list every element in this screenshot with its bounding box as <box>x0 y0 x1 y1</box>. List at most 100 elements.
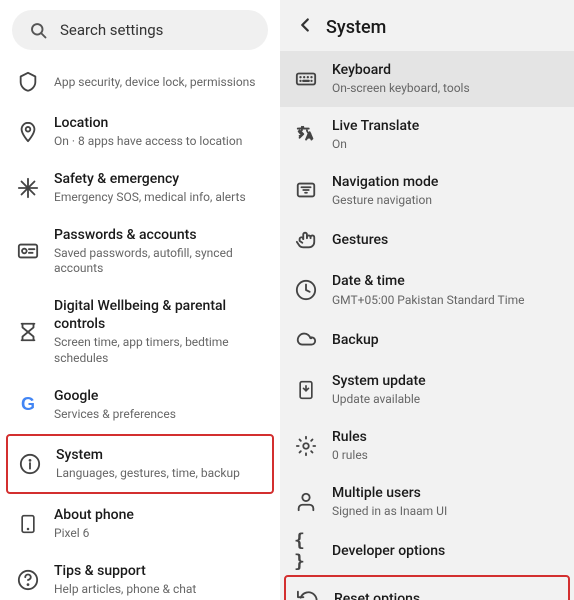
cloud-icon <box>294 328 318 352</box>
settings-list: App security, device lock, permissions L… <box>0 60 280 600</box>
location-icon <box>16 120 40 144</box>
settings-item-location[interactable]: Location On · 8 apps have access to loca… <box>0 104 280 160</box>
question-icon <box>16 568 40 592</box>
system-title: System <box>56 446 262 464</box>
about-phone-text: About phone Pixel 6 <box>54 506 264 542</box>
developer-options-title: Developer options <box>332 542 560 560</box>
search-input-label: Search settings <box>60 21 163 39</box>
developer-options-text: Developer options <box>332 542 560 560</box>
google-text: Google Services & preferences <box>54 387 264 423</box>
google-title: Google <box>54 387 264 405</box>
phone-update-icon <box>294 378 318 402</box>
date-time-subtitle: GMT+05:00 Pakistan Standard Time <box>332 293 560 309</box>
settings-item-safety[interactable]: Safety & emergency Emergency SOS, medica… <box>0 160 280 216</box>
system-update-subtitle: Update available <box>332 392 560 408</box>
settings-item-digital-wellbeing[interactable]: Digital Wellbeing & parental controls Sc… <box>0 287 280 377</box>
system-text: System Languages, gestures, time, backup <box>56 446 262 482</box>
clock-icon <box>294 278 318 302</box>
settings-item-passwords[interactable]: Passwords & accounts Saved passwords, au… <box>0 216 280 287</box>
phone-icon <box>16 512 40 536</box>
system-page-title: System <box>326 17 386 38</box>
tips-title: Tips & support <box>54 562 264 580</box>
about-phone-subtitle: Pixel 6 <box>54 526 264 542</box>
google-subtitle: Services & preferences <box>54 407 264 423</box>
date-time-title: Date & time <box>332 272 560 290</box>
google-icon: G <box>16 392 40 416</box>
back-arrow-icon[interactable] <box>294 14 316 41</box>
search-icon <box>26 18 50 42</box>
keyboard-subtitle: On-screen keyboard, tools <box>332 81 560 97</box>
reset-icon <box>296 587 320 600</box>
digital-wellbeing-title: Digital Wellbeing & parental controls <box>54 297 264 333</box>
multiple-users-text: Multiple users Signed in as Inaam UI <box>332 484 560 520</box>
right-items-list: Keyboard On-screen keyboard, tools Live … <box>280 51 574 600</box>
live-translate-subtitle: On <box>332 137 560 153</box>
safety-subtitle: Emergency SOS, medical info, alerts <box>54 190 264 206</box>
backup-text: Backup <box>332 331 560 349</box>
app-security-text: App security, device lock, permissions <box>54 73 264 91</box>
right-item-developer-options[interactable]: { } Developer options <box>280 529 574 573</box>
rules-title: Rules <box>332 428 560 446</box>
search-bar[interactable]: Search settings <box>12 10 268 50</box>
settings-item-app-security[interactable]: App security, device lock, permissions <box>0 60 280 104</box>
tips-text: Tips & support Help articles, phone & ch… <box>54 562 264 598</box>
multiple-users-subtitle: Signed in as Inaam UI <box>332 504 560 520</box>
right-panel: System Keyboard On-screen keyboard, tool <box>280 0 574 600</box>
keyboard-title: Keyboard <box>332 61 560 79</box>
settings-item-tips[interactable]: Tips & support Help articles, phone & ch… <box>0 552 280 600</box>
hourglass-icon <box>16 320 40 344</box>
digital-wellbeing-subtitle: Screen time, app timers, bedtime schedul… <box>54 335 264 366</box>
right-item-gestures[interactable]: Gestures <box>280 218 574 262</box>
navigation-mode-text: Navigation mode Gesture navigation <box>332 173 560 209</box>
live-translate-text: Live Translate On <box>332 117 560 153</box>
backup-title: Backup <box>332 331 560 349</box>
keyboard-icon <box>294 67 318 91</box>
settings-item-system[interactable]: System Languages, gestures, time, backup <box>6 434 274 494</box>
right-item-system-update[interactable]: System update Update available <box>280 362 574 418</box>
navigation-mode-subtitle: Gesture navigation <box>332 193 560 209</box>
rules-subtitle: 0 rules <box>332 448 560 464</box>
tips-subtitle: Help articles, phone & chat <box>54 582 264 598</box>
right-item-reset-options[interactable]: Reset options <box>284 575 570 600</box>
reset-options-title: Reset options <box>334 590 558 600</box>
navigation-icon <box>294 178 318 202</box>
date-time-text: Date & time GMT+05:00 Pakistan Standard … <box>332 272 560 308</box>
right-header: System <box>280 0 574 51</box>
passwords-subtitle: Saved passwords, autofill, synced accoun… <box>54 246 264 277</box>
settings-item-google[interactable]: G Google Services & preferences <box>0 377 280 433</box>
passwords-title: Passwords & accounts <box>54 226 264 244</box>
gesture-icon <box>294 228 318 252</box>
right-item-live-translate[interactable]: Live Translate On <box>280 107 574 163</box>
right-item-backup[interactable]: Backup <box>280 318 574 362</box>
digital-wellbeing-text: Digital Wellbeing & parental controls Sc… <box>54 297 264 367</box>
left-panel: Search settings App security, device loc… <box>0 0 280 600</box>
shield-icon <box>16 70 40 94</box>
person-card-icon <box>16 239 40 263</box>
asterisk-icon <box>16 176 40 200</box>
location-title: Location <box>54 114 264 132</box>
info-circle-icon <box>18 452 42 476</box>
gestures-text: Gestures <box>332 231 560 249</box>
rules-text: Rules 0 rules <box>332 428 560 464</box>
multiple-users-title: Multiple users <box>332 484 560 502</box>
system-update-text: System update Update available <box>332 372 560 408</box>
system-subtitle: Languages, gestures, time, backup <box>56 466 262 482</box>
right-item-date-time[interactable]: Date & time GMT+05:00 Pakistan Standard … <box>280 262 574 318</box>
safety-text: Safety & emergency Emergency SOS, medica… <box>54 170 264 206</box>
location-text: Location On · 8 apps have access to loca… <box>54 114 264 150</box>
navigation-mode-title: Navigation mode <box>332 173 560 191</box>
right-item-rules[interactable]: Rules 0 rules <box>280 418 574 474</box>
keyboard-text: Keyboard On-screen keyboard, tools <box>332 61 560 97</box>
brackets-icon: { } <box>294 539 318 563</box>
reset-options-text: Reset options <box>334 590 558 600</box>
settings-item-about-phone[interactable]: About phone Pixel 6 <box>0 496 280 552</box>
gestures-title: Gestures <box>332 231 560 249</box>
about-phone-title: About phone <box>54 506 264 524</box>
live-translate-title: Live Translate <box>332 117 560 135</box>
system-update-title: System update <box>332 372 560 390</box>
right-item-navigation-mode[interactable]: Navigation mode Gesture navigation <box>280 163 574 219</box>
translate-icon <box>294 123 318 147</box>
right-item-keyboard[interactable]: Keyboard On-screen keyboard, tools <box>280 51 574 107</box>
passwords-text: Passwords & accounts Saved passwords, au… <box>54 226 264 277</box>
right-item-multiple-users[interactable]: Multiple users Signed in as Inaam UI <box>280 474 574 530</box>
